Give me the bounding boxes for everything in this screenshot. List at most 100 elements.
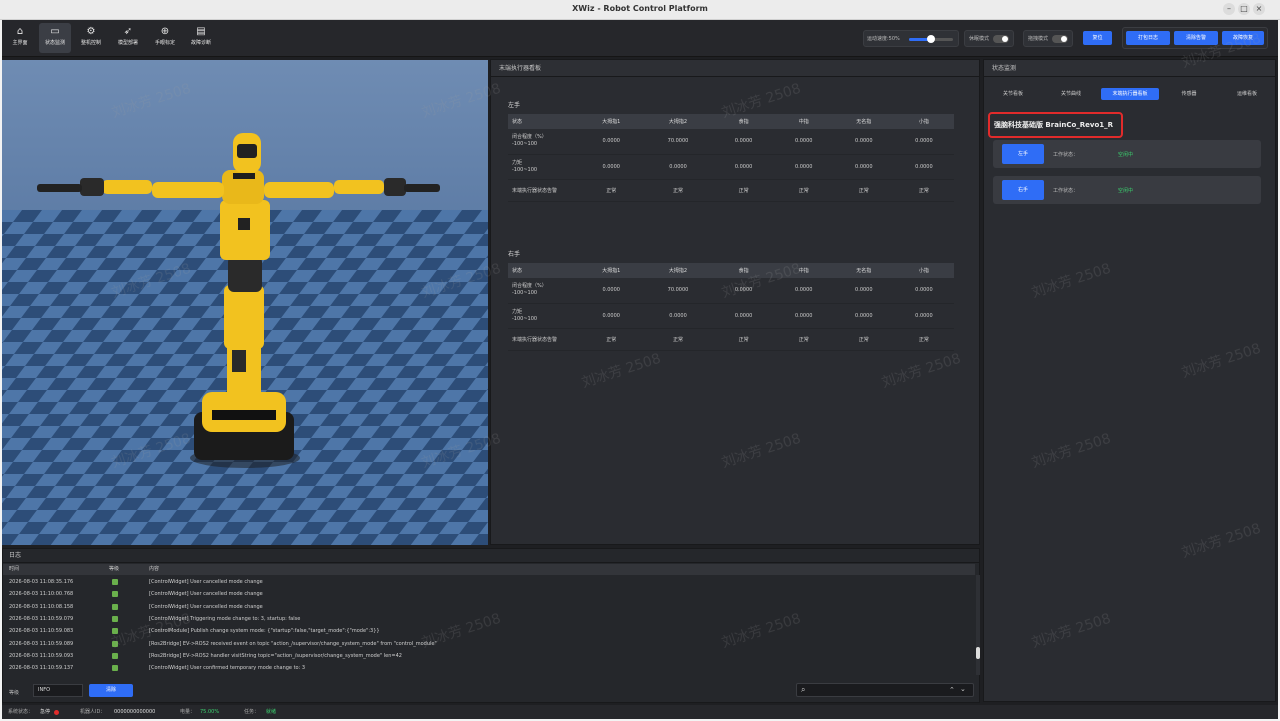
row-label: 力矩 -100~100: [508, 154, 580, 180]
log-message: [ControlModule] Publish change system mo…: [149, 628, 380, 635]
table-cell: 0.0000: [713, 303, 774, 329]
log-time: 2026-08-03 11:08:35.176: [9, 579, 74, 585]
speed-slider-handle[interactable]: [927, 35, 935, 43]
table-row: 末端执行器状态告警 正常 正常 正常 正常 正常 正常: [508, 179, 954, 202]
table-cell: 0.0000: [713, 278, 774, 304]
speed-slider[interactable]: [909, 35, 953, 43]
speed-label: 运动速度:50%: [867, 36, 900, 42]
col-thumb2: 大拇指2: [642, 114, 714, 129]
effector-panel: 末端执行器看板 左手 状态 大拇指1 大拇指2 食指 中指 无名指 小指 闭合程…: [490, 59, 980, 545]
tab-joint-board[interactable]: 关节看板: [989, 88, 1037, 100]
work-status-value: 空闲中: [1118, 188, 1134, 194]
clear-log-button[interactable]: 清除: [89, 684, 133, 697]
col-ring: 无名指: [833, 263, 894, 278]
table-cell: 0.0000: [893, 154, 954, 180]
tab-effector-board[interactable]: 末端执行器看板: [1101, 88, 1159, 100]
table-cell: 0.0000: [833, 129, 894, 155]
status-cell: 正常: [713, 328, 774, 351]
task-label: 任务：: [244, 709, 260, 715]
close-icon[interactable]: ×: [1253, 3, 1265, 15]
col-index: 食指: [713, 263, 774, 278]
table-cell: 0.0000: [893, 129, 954, 155]
toolbar-monitor-button[interactable]: ▭ 状态监测: [39, 23, 71, 53]
toolbar-calibration-label: 手眼标定: [154, 40, 175, 46]
log-level-icon: [112, 615, 118, 622]
row-label-range: -100~100: [512, 315, 538, 322]
row-label-main: 闭合程度（%）: [512, 134, 547, 141]
log-message: [Ros2Bridge] EV->ROS2 received event on …: [149, 640, 437, 647]
toolbar-home-button[interactable]: ⌂ 主界面: [4, 23, 36, 53]
col-status: 状态: [508, 263, 580, 278]
level-filter-label: 等级: [9, 690, 20, 696]
system-state-value: 急停: [40, 709, 51, 715]
main-toolbar: ⌂ 主界面 ▭ 状态监测 ⚙ 整机控制 ➶ 模型部署 ⊕ 手眼标定 ▤ 故障诊断…: [2, 20, 1278, 57]
robot-scene: [2, 133, 488, 545]
log-message: [ControlWidget] User cancelled mode chan…: [149, 579, 263, 585]
work-status-label: 工作状态：: [1053, 188, 1079, 194]
chevron-up-icon[interactable]: ⌃: [949, 686, 955, 694]
col-thumb1: 大拇指1: [580, 114, 643, 129]
row-label: 末端执行器状态告警: [508, 328, 580, 351]
sleep-mode-control: 休眠模式: [964, 30, 1014, 47]
table-row: 闭合程度（%） -100~100 0.0000 70.0000 0.0000 0.…: [508, 278, 954, 304]
log-level-icon: [112, 628, 118, 635]
table-cell: 0.0000: [713, 154, 774, 180]
left-hand-button[interactable]: 左手: [1002, 144, 1044, 164]
toolbar-deploy-button[interactable]: ➶ 模型部署: [112, 23, 144, 53]
log-message: [ControlWidget] User cancelled mode chan…: [149, 603, 263, 610]
row-label: 闭合程度（%） -100~100: [508, 129, 580, 155]
fault-recovery-button[interactable]: 故障恢复: [1222, 31, 1264, 45]
status-cell: 正常: [833, 179, 894, 202]
reset-button[interactable]: 复位: [1083, 31, 1112, 45]
status-cell: 正常: [580, 328, 643, 351]
log-panel-title: 日志: [3, 549, 979, 563]
status-cell: 正常: [713, 179, 774, 202]
toolbar-calibration-button[interactable]: ⊕ 手眼标定: [149, 23, 181, 53]
status-cell: 正常: [893, 328, 954, 351]
status-cell: 正常: [773, 179, 834, 202]
log-scrollbar-thumb[interactable]: [976, 647, 980, 659]
toolbar-diagnosis-button[interactable]: ▤ 故障诊断: [185, 23, 217, 53]
clear-alarm-button[interactable]: 清除告警: [1174, 31, 1218, 45]
tab-joint-curve[interactable]: 关节曲线: [1047, 88, 1095, 100]
right-hand-card: 右手 工作状态： 空闲中: [993, 176, 1261, 204]
table-cell: 0.0000: [893, 278, 954, 304]
status-cell: 正常: [893, 179, 954, 202]
tab-ops-board[interactable]: 运维看板: [1221, 88, 1273, 100]
table-row: 闭合程度（%） -100~100 0.0000 70.0000 0.0000 0.…: [508, 129, 954, 155]
row-label-range: -100~100: [512, 166, 538, 173]
toolbar-deploy-label: 模型部署: [117, 40, 138, 46]
log-search-input[interactable]: [813, 685, 933, 695]
sleep-mode-toggle[interactable]: [993, 35, 1009, 43]
pack-log-button[interactable]: 打包日志: [1126, 31, 1170, 45]
effector-board-title: 强脑科技基础版 BrainCo_Revo1_R: [988, 112, 1123, 138]
right-hand-button[interactable]: 右手: [1002, 180, 1044, 200]
monitor-icon: ▭: [50, 26, 60, 37]
battery-label: 电量：: [180, 709, 196, 715]
maximize-icon[interactable]: □: [1238, 3, 1250, 15]
estop-indicator-icon: [54, 710, 59, 715]
table-cell: 0.0000: [833, 278, 894, 304]
log-message: [Ros2Bridge] EV->ROS2 handler visitStrin…: [149, 652, 402, 659]
log-message: [ControlWidget] User cancelled mode chan…: [149, 591, 263, 598]
log-time: 2026-08-03 11:10:00.768: [9, 591, 74, 598]
drag-mode-label: 拖拽模式: [1028, 36, 1049, 42]
left-hand-table: 状态 大拇指1 大拇指2 食指 中指 无名指 小指 闭合程度（%） -100~10…: [508, 114, 954, 202]
level-select[interactable]: INFO: [33, 684, 83, 697]
robot-3d-viewport[interactable]: [2, 60, 488, 545]
log-message: [ControlWidget] Triggering mode change t…: [149, 615, 301, 622]
tab-sensor[interactable]: 传感器: [1167, 88, 1211, 100]
chevron-down-icon[interactable]: ⌄: [960, 685, 966, 693]
drag-mode-toggle[interactable]: [1052, 35, 1068, 43]
work-status-label: 工作状态：: [1053, 152, 1079, 158]
log-level-icon: [112, 603, 118, 610]
minimize-icon[interactable]: –: [1223, 3, 1235, 15]
table-cell: 70.0000: [642, 278, 714, 304]
log-scrollbar[interactable]: [976, 575, 980, 675]
toolbar-robot-control-button[interactable]: ⚙ 整机控制: [75, 23, 107, 53]
col-middle: 中指: [773, 114, 834, 129]
right-hand-title: 右手: [508, 251, 521, 258]
col-middle: 中指: [773, 263, 834, 278]
row-label-range: -100~100: [512, 290, 538, 297]
toolbar-home-label: 主界面: [12, 40, 28, 46]
